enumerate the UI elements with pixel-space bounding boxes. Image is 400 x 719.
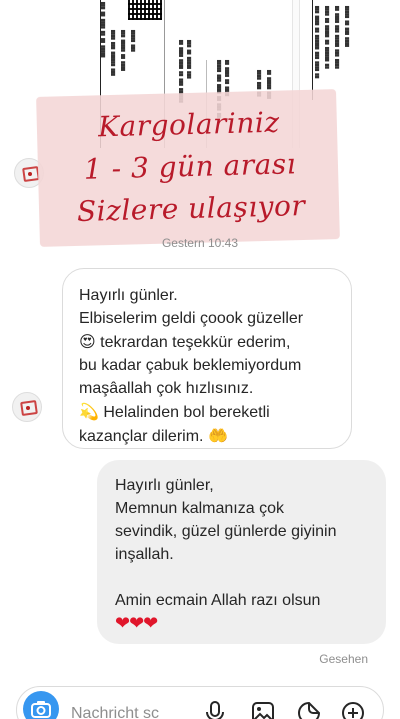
dizzy-emoji-icon: 💫	[79, 402, 99, 421]
camera-icon	[31, 701, 51, 718]
message-line: bu kadar çabuk beklemiyordum	[79, 357, 302, 374]
message-line: sevindik, güzel günlerde giyinin	[115, 523, 337, 540]
outgoing-message[interactable]: Hayırlı günler, Memnun kalmanıza çok sev…	[97, 460, 386, 644]
incoming-message[interactable]: Hayırlı günler. Elbiselerim geldi çoook …	[62, 268, 352, 449]
message-timestamp: Gestern 10:43	[161, 236, 239, 250]
promo-banner-line-3: Sizlere ulaşıyor	[76, 189, 306, 228]
message-line: kazançlar dilerim. 🤲	[79, 426, 228, 445]
sticker-icon[interactable]	[297, 701, 321, 719]
seen-indicator: Gesehen	[319, 652, 368, 666]
camera-button[interactable]	[23, 691, 59, 719]
promo-banner: Kargolariniz 1 - 3 gün arası Sizlere ula…	[38, 100, 341, 234]
message-line: 😍 tekrardan teşekkür ederim,	[79, 332, 291, 351]
message-line: Amin ecmain Allah razı olsun	[115, 592, 321, 609]
microphone-icon[interactable]	[205, 701, 225, 719]
qr-code	[128, 0, 162, 20]
message-line: inşallah.	[115, 546, 174, 563]
message-line: Elbiselerim geldi çoook güzeller	[79, 310, 304, 327]
message-line: Hayırlı günler.	[79, 287, 178, 304]
plus-icon[interactable]	[341, 701, 365, 719]
heart-eyes-emoji-icon: 😍	[79, 332, 96, 351]
gallery-icon[interactable]	[251, 701, 275, 719]
sender-avatar[interactable]	[12, 392, 42, 422]
palms-up-emoji-icon: 🤲	[207, 426, 228, 445]
message-line: Hayırlı günler,	[115, 477, 214, 494]
message-line: maşâallah çok hızlısınız.	[79, 380, 254, 397]
message-composer: Nachricht sc	[16, 686, 384, 719]
hearts-emoji-icon: ❤❤❤	[115, 613, 158, 633]
message-line: Memnun kalmanıza çok	[115, 500, 284, 517]
message-input[interactable]: Nachricht sc	[71, 705, 191, 719]
message-line: 💫 Helalinden bol bereketli	[79, 402, 270, 421]
